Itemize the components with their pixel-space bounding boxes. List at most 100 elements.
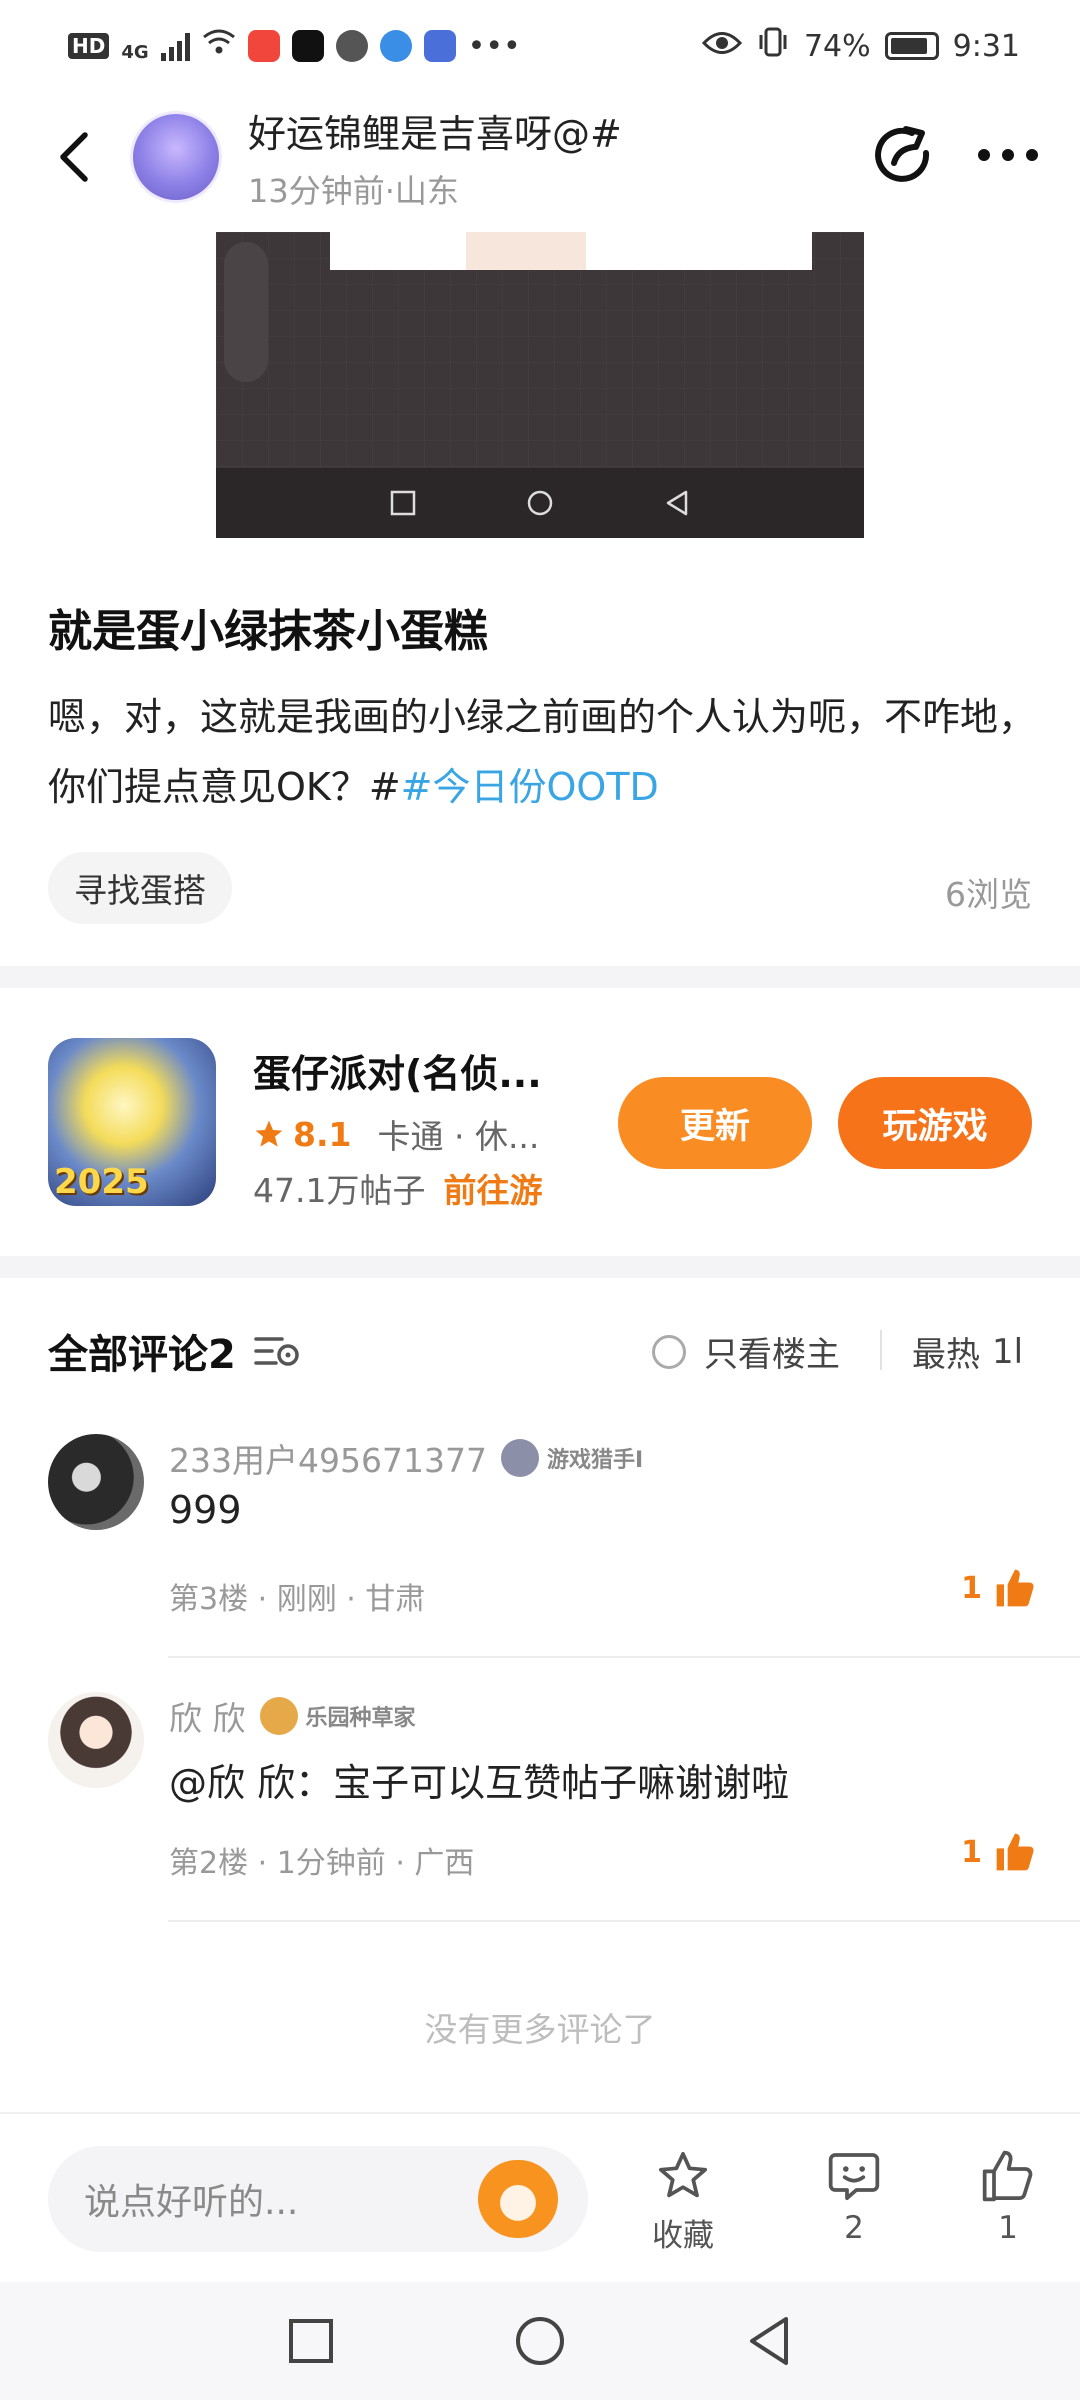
game-year-badge: 2025	[54, 1162, 149, 1202]
system-nav-bar	[0, 2282, 1080, 2400]
hashtag-link[interactable]: #今日份OOTD	[401, 765, 659, 809]
post-image[interactable]	[216, 232, 864, 538]
comment-divider	[168, 1656, 1080, 1658]
commenter-avatar[interactable]	[48, 1692, 144, 1788]
badge-icon	[259, 1697, 298, 1735]
like-button[interactable]: 1	[980, 2148, 1036, 2246]
eye-icon	[701, 29, 743, 64]
comment-item: 欣 欣 乐园种草家 @欣 欣：宝子可以互赞帖子嘛谢谢啦 第2楼 · 1分钟前 ·…	[48, 1692, 1038, 1892]
thumbs-up-icon	[996, 1569, 1034, 1607]
sort-hot-button[interactable]: 最热 1l	[912, 1327, 1023, 1376]
square-icon	[390, 490, 416, 516]
side-toolbar	[224, 242, 268, 382]
share-icon	[875, 126, 930, 182]
drawing-figure	[466, 232, 586, 270]
only-op-toggle[interactable]: 只看楼主	[652, 1327, 840, 1376]
comment-icon	[828, 2153, 880, 2201]
divider	[880, 1330, 882, 1370]
badge-icon	[500, 1439, 539, 1477]
badge-label: 乐园种草家	[305, 1706, 416, 1731]
recent-apps-icon[interactable]	[288, 2318, 334, 2364]
game-rating: 8.1	[293, 1114, 352, 1154]
comment-item: 233用户495671377 游戏猎手I 999 第3楼 · 刚刚 · 甘肃 1	[48, 1434, 1038, 1634]
like-count: 1	[961, 1570, 982, 1606]
comment-input[interactable]: 说点好听的...	[48, 2146, 588, 2252]
user-badge: 游戏猎手I	[500, 1439, 644, 1477]
commenter-name[interactable]: 欣 欣	[169, 1692, 246, 1740]
comments-header: 全部评论2	[48, 1322, 302, 1380]
filter-icon[interactable]	[252, 1331, 302, 1371]
radio-icon[interactable]	[652, 1334, 686, 1369]
clock: 9:31	[952, 28, 1020, 64]
update-button[interactable]: 更新	[618, 1077, 812, 1169]
topic-tag-chip[interactable]: 寻找蛋搭	[48, 852, 232, 924]
like-count: 1	[998, 2210, 1018, 2246]
comment-count: 2	[844, 2210, 864, 2246]
comment-divider	[168, 1920, 1080, 1922]
comment-like-button[interactable]: 1	[961, 1566, 1038, 1610]
comment-text: 999	[169, 1488, 242, 1532]
favorite-label: 收藏	[652, 2218, 714, 2254]
game-genre: 卡通 · 休...	[377, 1117, 540, 1156]
commenter-avatar[interactable]	[48, 1434, 144, 1530]
no-more-comments: 没有更多评论了	[424, 2010, 656, 2049]
circle-icon	[527, 490, 553, 516]
thumbs-up-icon	[996, 1833, 1034, 1871]
network-type: 4G	[121, 42, 149, 63]
view-count: 6浏览	[945, 875, 1032, 914]
play-game-button[interactable]: 玩游戏	[838, 1077, 1032, 1169]
commenter-name-row: 欣 欣 乐园种草家	[169, 1692, 416, 1740]
wifi-icon	[202, 28, 236, 64]
star-outline-icon	[658, 2151, 708, 2198]
browser-icon	[379, 30, 412, 62]
battery-icon	[884, 32, 939, 60]
comment-button[interactable]: 2	[826, 2148, 882, 2246]
commenter-name[interactable]: 233用户495671377	[169, 1434, 487, 1482]
user-badge: 乐园种草家	[259, 1697, 416, 1735]
section-divider	[0, 966, 1080, 988]
emoji-mascot-icon[interactable]	[478, 2160, 558, 2238]
wechat-icon	[335, 30, 368, 62]
bottom-action-bar: 说点好听的... 收藏 2 1	[0, 2112, 1080, 2282]
post-body: 嗯，对，这就是我画的小绿之前画的个人认为呃，不咋地，你们提点意见OK？##今日份…	[48, 682, 1038, 822]
author-avatar[interactable]	[130, 111, 222, 203]
home-icon[interactable]	[514, 2315, 566, 2367]
hd-indicator: HD	[68, 33, 110, 59]
post-header: 好运锦鲤是吉喜呀@# 13分钟前·山东	[0, 92, 1080, 222]
game-icon[interactable]: 2025	[48, 1038, 216, 1206]
comments-title: 全部评论2	[48, 1332, 236, 1378]
signal-icon	[160, 31, 190, 61]
game-rating-row: 8.1 卡通 · 休...	[253, 1110, 539, 1158]
favorite-button[interactable]: 收藏	[652, 2148, 714, 2255]
comment-meta: 第3楼 · 刚刚 · 甘肃	[169, 1582, 426, 1617]
only-op-label: 只看楼主	[704, 1335, 840, 1375]
commenter-name-row: 233用户495671377 游戏猎手I	[169, 1434, 643, 1482]
more-dots-icon	[978, 149, 1038, 161]
comment-input-placeholder: 说点好听的...	[84, 2182, 299, 2223]
section-divider	[0, 1256, 1080, 1278]
tiktok-icon	[291, 30, 324, 62]
go-to-game-link[interactable]: 前往游	[443, 1171, 542, 1210]
back-button[interactable]	[30, 112, 120, 202]
game-post-count: 47.1万帖子	[253, 1171, 426, 1210]
author-info[interactable]: 好运锦鲤是吉喜呀@# 13分钟前·山东	[248, 103, 622, 212]
author-name[interactable]: 好运锦鲤是吉喜呀@#	[248, 103, 622, 158]
comment-like-button[interactable]: 1	[961, 1830, 1038, 1874]
app-icon	[247, 30, 280, 62]
post-title: 就是蛋小绿抹茶小蛋糕	[48, 606, 488, 657]
game-posts-row: 47.1万帖子 前往游	[253, 1164, 542, 1212]
share-button[interactable]	[872, 123, 936, 191]
badge-label: 游戏猎手I	[546, 1448, 644, 1473]
back-arrow-icon	[60, 132, 88, 182]
triangle-back-icon	[666, 490, 688, 516]
back-icon[interactable]	[746, 2315, 792, 2367]
vibrate-icon	[756, 26, 790, 66]
more-options-button[interactable]	[976, 145, 1040, 169]
app-icon	[423, 30, 456, 62]
more-dots-icon: •••	[467, 28, 521, 64]
sort-icon: 1l	[992, 1331, 1024, 1372]
game-name[interactable]: 蛋仔派对(名侦...	[253, 1043, 542, 1098]
comment-meta: 第2楼 · 1分钟前 · 广西	[169, 1846, 475, 1881]
thumbs-up-outline-icon	[982, 2150, 1033, 2202]
sort-label: 最热	[912, 1335, 980, 1375]
